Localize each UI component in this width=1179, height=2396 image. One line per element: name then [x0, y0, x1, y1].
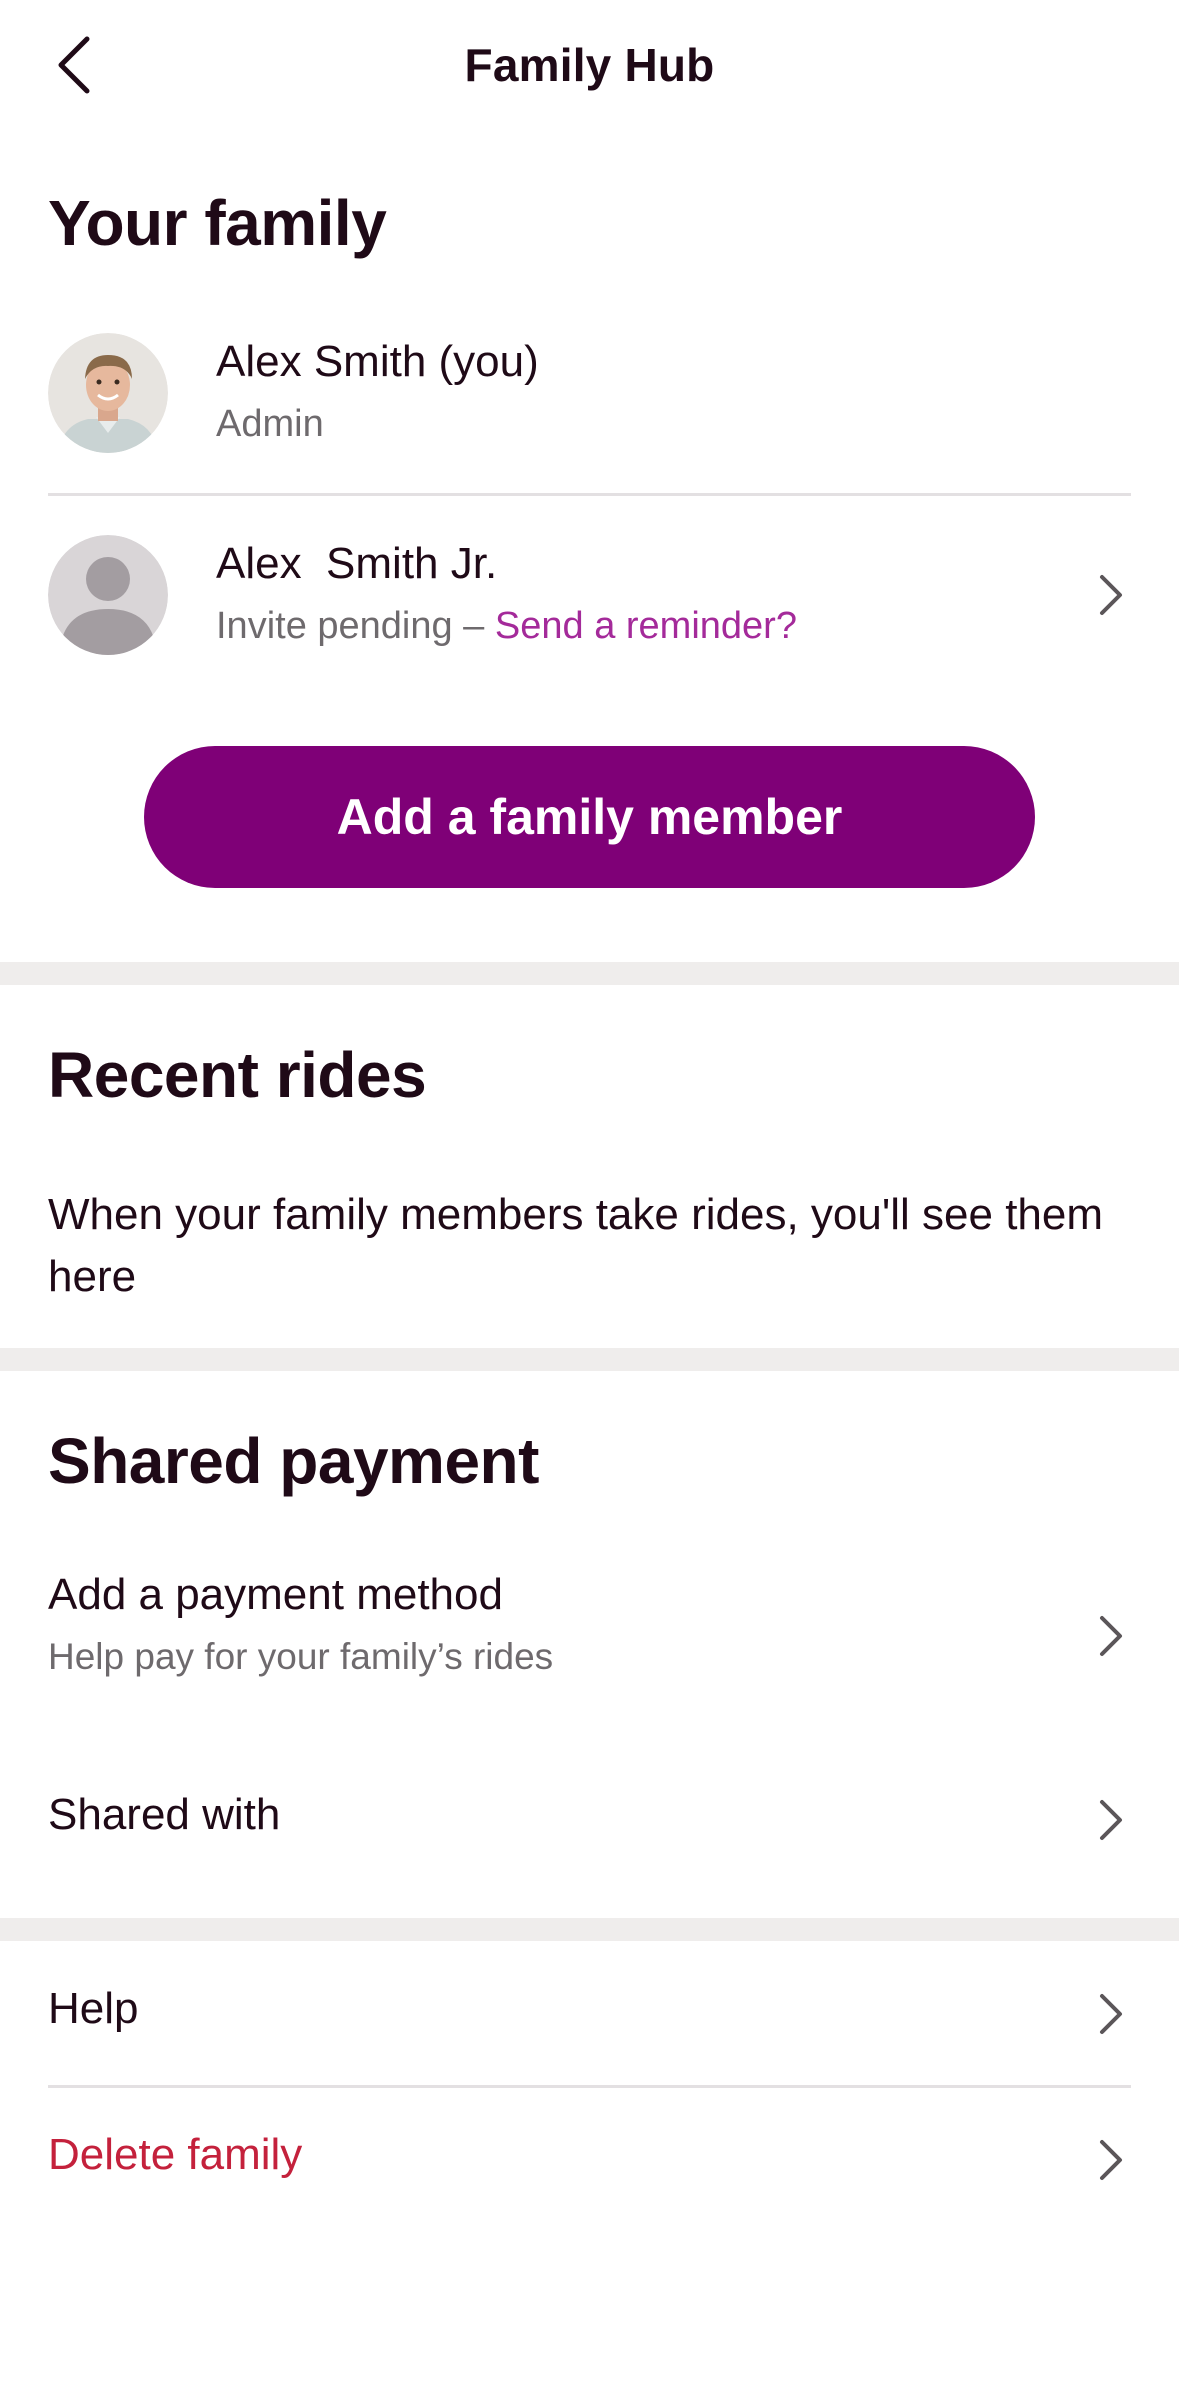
add-payment-method-subtitle: Help pay for your family’s rides — [48, 1636, 554, 1677]
chevron-right-icon — [1091, 2130, 1131, 2190]
recent-rides-heading: Recent rides — [48, 1039, 427, 1111]
add-payment-method-title: Add a payment method — [48, 1570, 503, 1619]
family-member-admin[interactable]: Alex Smith (you) Admin — [48, 333, 1131, 483]
invite-pending-text: Invite pending – — [216, 605, 495, 647]
chevron-right-icon — [1091, 1606, 1131, 1666]
shared-with-label: Shared with — [48, 1790, 281, 1839]
add-payment-method-row[interactable]: Add a payment method Help pay for your f… — [48, 1570, 1131, 1690]
default-person-icon — [48, 535, 168, 655]
page-title: Family Hub — [464, 39, 715, 91]
top-bar: Family Hub — [0, 0, 1179, 140]
avatar — [48, 333, 168, 453]
user-photo-icon — [48, 333, 168, 453]
shared-payment-heading: Shared payment — [48, 1425, 539, 1497]
section-separator — [0, 1918, 1179, 1941]
help-label: Help — [48, 1984, 139, 2033]
family-member-pending[interactable]: Alex Smith Jr. Invite pending – Send a r… — [48, 535, 1131, 685]
chevron-right-icon — [1091, 1984, 1131, 2044]
section-separator — [0, 1348, 1179, 1371]
member-name: Alex Smith Jr. — [216, 539, 498, 588]
shared-with-row[interactable]: Shared with — [48, 1790, 1131, 1850]
divider — [48, 2085, 1131, 2088]
chevron-right-icon — [1091, 565, 1131, 625]
delete-family-row[interactable]: Delete family — [48, 2130, 1131, 2190]
recent-rides-empty-text: When your family members take rides, you… — [48, 1190, 1104, 1301]
help-row[interactable]: Help — [48, 1984, 1131, 2044]
delete-family-label: Delete family — [48, 2130, 303, 2179]
invite-status: Invite pending – Send a reminder? — [216, 605, 797, 648]
member-role: Admin — [216, 403, 324, 445]
member-name: Alex Smith (you) — [216, 337, 539, 386]
your-family-heading: Your family — [48, 187, 387, 259]
section-separator — [0, 962, 1179, 985]
send-reminder-link[interactable]: Send a reminder? — [495, 605, 797, 647]
divider — [48, 493, 1131, 496]
chevron-right-icon — [1091, 1790, 1131, 1850]
avatar — [48, 535, 168, 655]
add-family-member-button[interactable]: Add a family member — [144, 746, 1035, 888]
